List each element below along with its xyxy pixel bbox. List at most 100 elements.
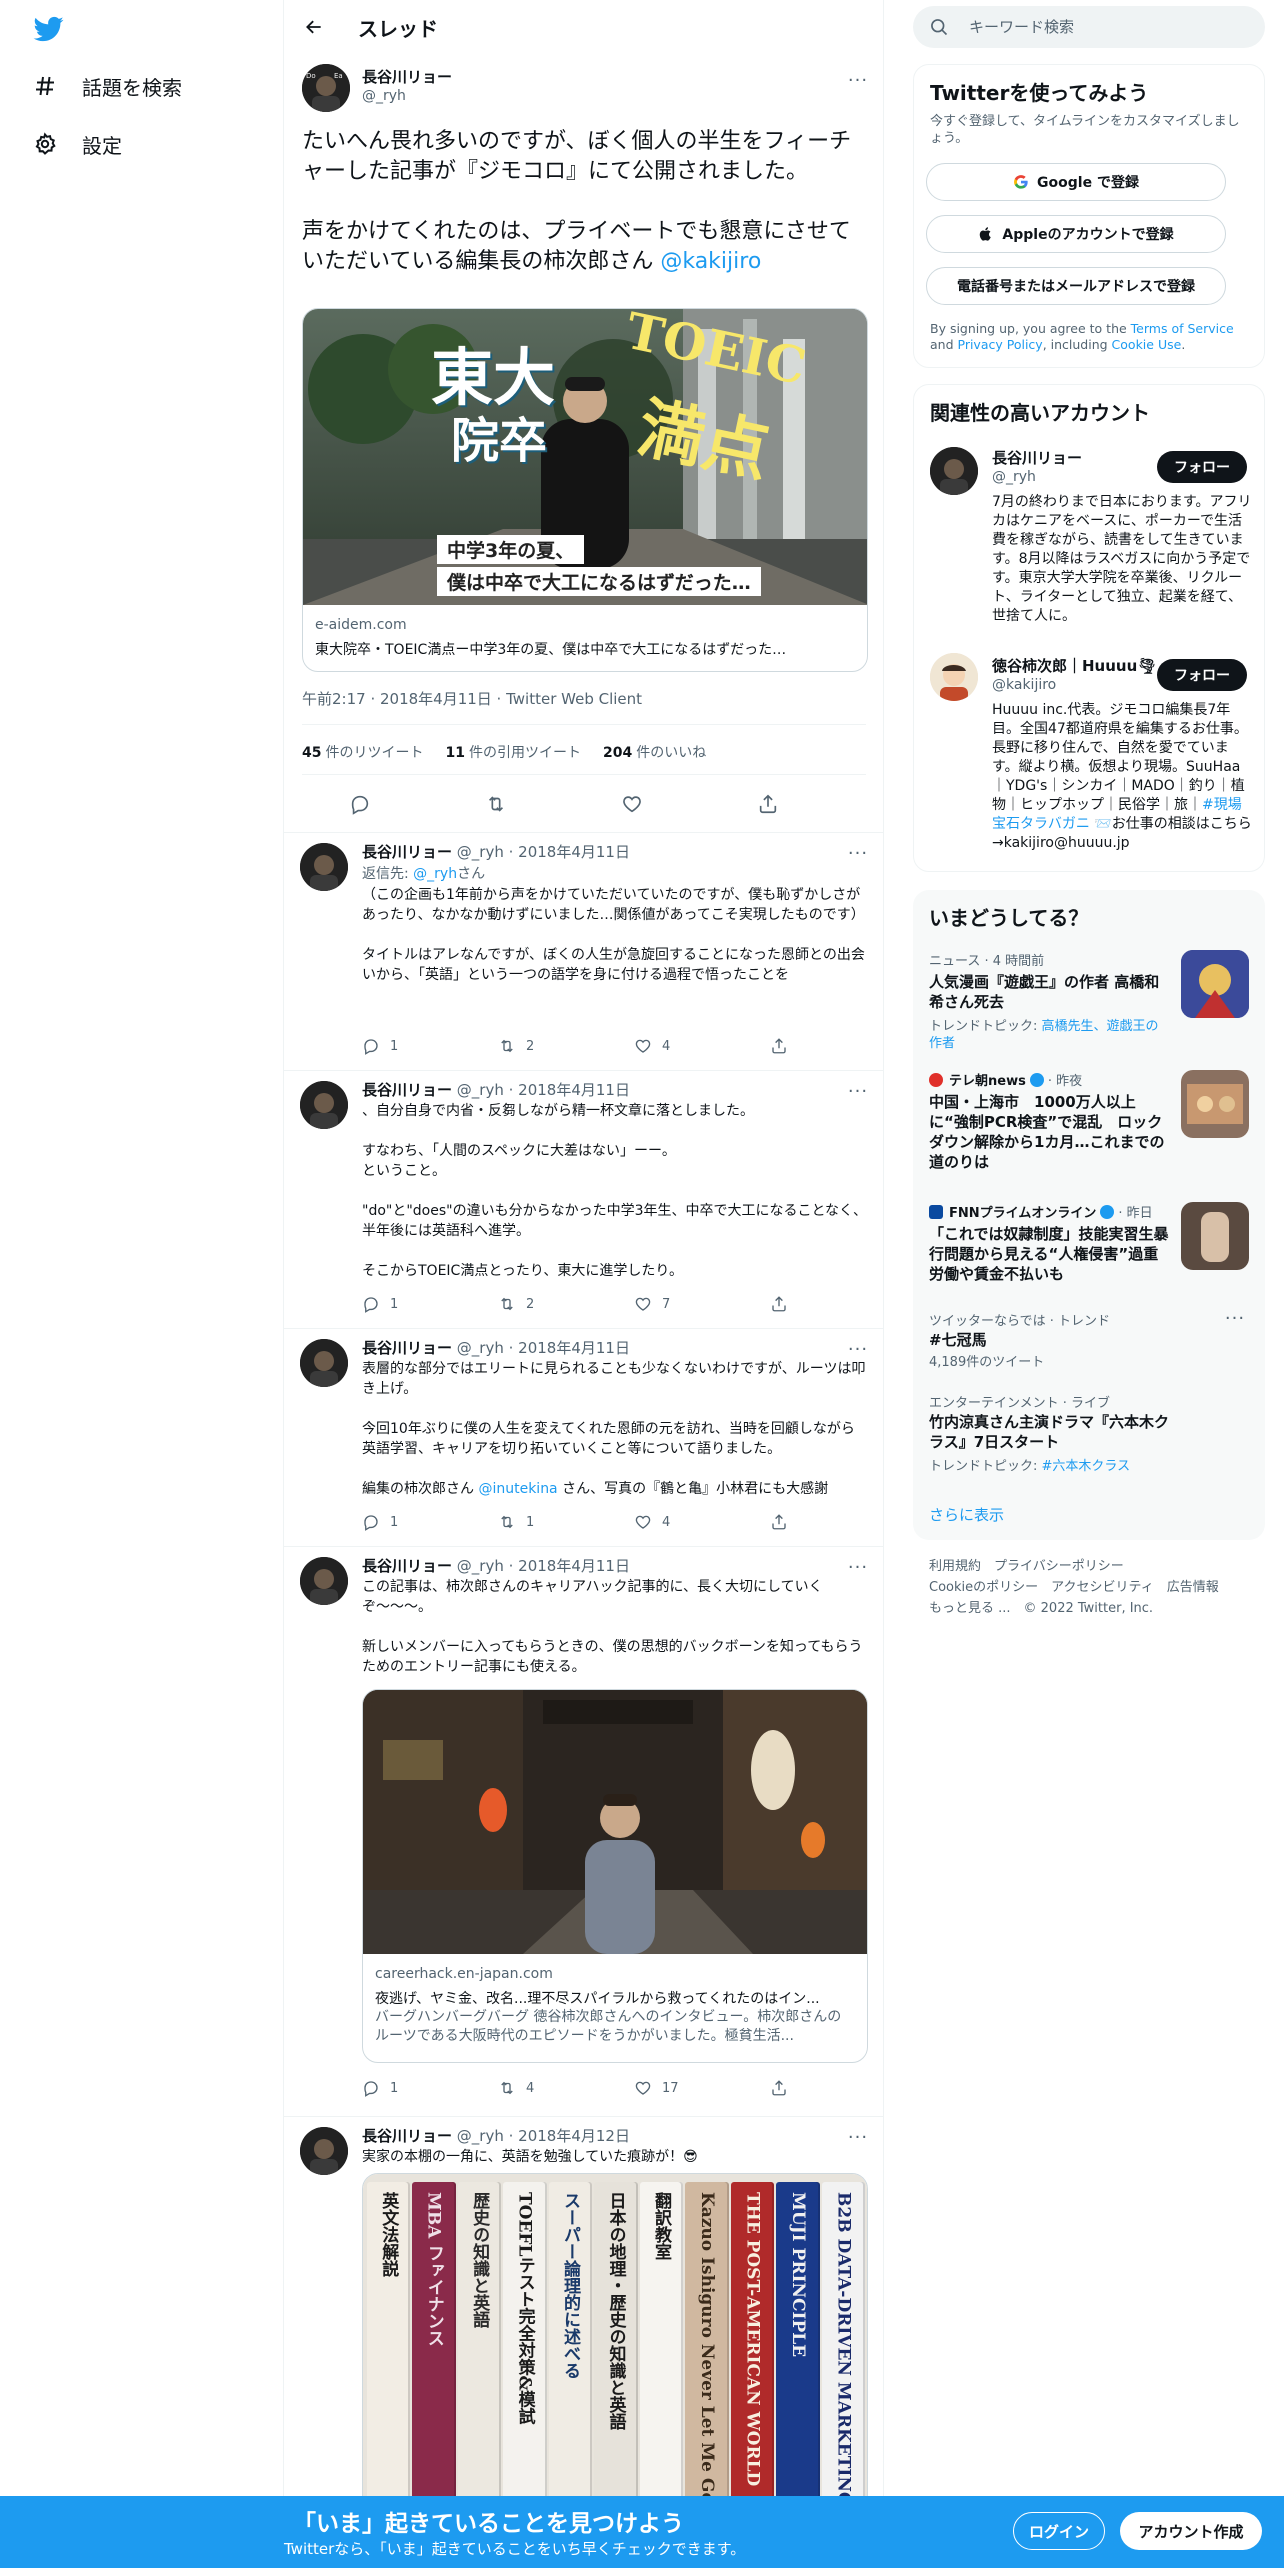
retweet-button[interactable]: 2 [498, 1295, 534, 1313]
reply-tweet[interactable]: 長谷川リョー @_ryh · 2018年4月11日 ··· この記事は、柿次郎さ… [284, 1546, 884, 2114]
nav-settings[interactable]: 設定 [30, 120, 122, 168]
login-button[interactable]: ログイン [1013, 2512, 1105, 2550]
relevant-title: 関連性の高いアカウント [930, 401, 1150, 425]
reply-author-name[interactable]: 長谷川リョー [362, 2127, 452, 2145]
likes-stat[interactable]: 204 件のいいね [603, 742, 706, 762]
avatar[interactable] [300, 1557, 348, 1605]
reply-button[interactable]: 1 [362, 1295, 398, 1313]
more-options-icon[interactable]: ··· [1221, 1308, 1249, 1329]
avatar[interactable] [300, 2127, 348, 2175]
retweet-button[interactable]: 4 [498, 2079, 534, 2097]
account-name[interactable]: 徳谷柿次郎｜Huuuu🌪 [992, 655, 1156, 676]
reply-handle-date[interactable]: @_ryh · 2018年4月11日 [457, 843, 630, 861]
replying-to-handle[interactable]: @_ryh [413, 866, 457, 882]
like-button[interactable]: 17 [634, 2079, 679, 2097]
retweet-count: 4 [526, 2080, 535, 2096]
gear-icon [30, 129, 60, 159]
reply-icon[interactable] [342, 786, 378, 822]
footer-line-2[interactable]: Cookieのポリシー アクセシビリティ 広告情報 [929, 1577, 1259, 1598]
reply-author-name[interactable]: 長谷川リョー [362, 1081, 452, 1099]
like-count: 4 [662, 1514, 671, 1530]
retweet-icon[interactable] [478, 786, 514, 822]
google-signup-button[interactable]: Google で登録 [926, 163, 1226, 201]
svg-text:Do: Do [306, 72, 316, 80]
trend-item[interactable]: テレ朝news · 昨夜 中国・上海市 1000万人以上に“強制PCR検査”で混… [913, 1068, 1265, 1198]
share-button[interactable] [770, 1295, 788, 1313]
reply-author-name[interactable]: 長谷川リョー [362, 1557, 452, 1575]
search-input[interactable] [969, 18, 1229, 36]
footer-line-1[interactable]: 利用規約 プライバシーポリシー [929, 1556, 1259, 1577]
avatar[interactable] [300, 1081, 348, 1129]
reply-handle-date[interactable]: @_ryh · 2018年4月12日 [457, 2127, 630, 2145]
cookie-link[interactable]: Cookie Use [1112, 337, 1182, 352]
avatar[interactable] [300, 1339, 348, 1387]
search-icon [931, 19, 948, 36]
author-name[interactable]: 長谷川リョー [362, 66, 452, 87]
share-button[interactable] [770, 2079, 788, 2097]
back-arrow-icon[interactable] [298, 11, 330, 43]
retweet-button[interactable]: 1 [498, 1513, 534, 1531]
avatar[interactable]: Do Ea [302, 64, 350, 112]
like-button[interactable]: 4 [634, 1513, 670, 1531]
link-card[interactable]: careerhack.en-japan.com 夜逃げ、ヤミ金、改名...理不尽… [362, 1689, 868, 2063]
reply-button[interactable]: 1 [362, 2079, 398, 2097]
quotes-stat[interactable]: 11 件の引用ツイート [445, 742, 580, 762]
more-options-icon[interactable]: ··· [844, 70, 872, 91]
share-button[interactable] [770, 1513, 788, 1531]
follow-button[interactable]: フォロー [1157, 451, 1247, 483]
link-card[interactable]: 東大 院卒 TOEIC 満点 中学3年の夏、 僕は中卒で大工になるはずだった… … [302, 308, 868, 672]
account-handle[interactable]: @kakijiro [992, 677, 1056, 693]
trend-thumbnail [1181, 1202, 1249, 1270]
reply-handle-date[interactable]: @_ryh · 2018年4月11日 [457, 1081, 630, 1099]
tweet-timestamp[interactable]: 午前2:17 · 2018年4月11日 · Twitter Web Client [302, 688, 642, 709]
account-handle[interactable]: @_ryh [992, 469, 1036, 485]
author-handle[interactable]: @_ryh [362, 88, 406, 104]
trend-topic-link[interactable]: #六本木クラス [1042, 1459, 1131, 1474]
mention-link[interactable]: @kakijiro [660, 249, 761, 274]
footer-line-3[interactable]: もっと見る ... © 2022 Twitter, Inc. [929, 1598, 1259, 1619]
more-options-icon[interactable]: ··· [844, 1557, 872, 1578]
nav-explore[interactable]: 話題を検索 [30, 62, 182, 110]
mention-link[interactable]: @inutekina [478, 1481, 557, 1497]
avatar[interactable] [930, 653, 978, 701]
reply-author-name[interactable]: 長谷川リョー [362, 843, 452, 861]
share-icon[interactable] [750, 786, 786, 822]
more-options-icon[interactable]: ··· [844, 1339, 872, 1360]
signup-button[interactable]: アカウント作成 [1120, 2512, 1262, 2550]
like-icon[interactable] [614, 786, 650, 822]
trend-item[interactable]: エンターテインメント · ライブ 竹内涼真さん主演ドラマ『六本木クラス』7日スタ… [913, 1390, 1265, 1490]
trend-item[interactable]: ニュース · 4 時間前 人気漫画『遊戯王』の作者 高橋和希さん死去 トレンドト… [913, 948, 1265, 1066]
reply-handle-date[interactable]: @_ryh · 2018年4月11日 [457, 1557, 630, 1575]
like-icon [635, 1297, 651, 1311]
share-button[interactable] [770, 1037, 788, 1055]
show-more-link[interactable]: さらに表示 [929, 1504, 1004, 1525]
twitter-bird-icon[interactable] [32, 14, 66, 44]
like-button[interactable]: 7 [634, 1295, 670, 1313]
trend-item[interactable]: ツイッターならでは · トレンド #七冠馬 4,189件のツイート ··· [913, 1308, 1265, 1378]
apple-signup-button[interactable]: Appleのアカウントで登録 [926, 215, 1226, 253]
avatar[interactable] [930, 447, 978, 495]
reply-author-name[interactable]: 長谷川リョー [362, 1339, 452, 1357]
reply-button[interactable]: 1 [362, 1513, 398, 1531]
reply-button[interactable]: 1 [362, 1037, 398, 1055]
reply-tweet[interactable]: 長谷川リョー @_ryh · 2018年4月11日 ··· 返信先: @_ryh… [284, 832, 884, 1068]
retweet-button[interactable]: 2 [498, 1037, 534, 1055]
more-options-icon[interactable]: ··· [844, 2127, 872, 2148]
reply-tweet[interactable]: 長谷川リョー @_ryh · 2018年4月11日 ··· 、自分自身で内省・反… [284, 1070, 884, 1326]
trend-item[interactable]: FNNプライムオンライン · 昨日 「これでは奴隷制度」技能実習生暴行問題から見… [913, 1200, 1265, 1310]
like-button[interactable]: 4 [634, 1037, 670, 1055]
search-box[interactable] [913, 6, 1265, 48]
more-options-icon[interactable]: ··· [844, 1081, 872, 1102]
follow-button[interactable]: フォロー [1157, 659, 1247, 691]
phone-email-signup-button[interactable]: 電話番号またはメールアドレスで登録 [926, 267, 1226, 305]
more-options-icon[interactable]: ··· [844, 843, 872, 864]
reply-handle-date[interactable]: @_ryh · 2018年4月11日 [457, 1339, 630, 1357]
retweets-stat[interactable]: 45 件のリツイート [302, 742, 423, 762]
reply-tweet[interactable]: 長谷川リョー @_ryh · 2018年4月11日 ··· 表層的な部分ではエリ… [284, 1328, 884, 1544]
card-title: 夜逃げ、ヤミ金、改名...理不尽スパイラルから救ってくれたのはイン... [375, 1991, 820, 2007]
reply-header: 長谷川リョー @_ryh · 2018年4月12日 [362, 2125, 630, 2146]
privacy-link[interactable]: Privacy Policy [958, 337, 1043, 352]
terms-link[interactable]: Terms of Service [1131, 321, 1234, 336]
avatar[interactable] [300, 843, 348, 891]
account-name[interactable]: 長谷川リョー [992, 447, 1082, 468]
